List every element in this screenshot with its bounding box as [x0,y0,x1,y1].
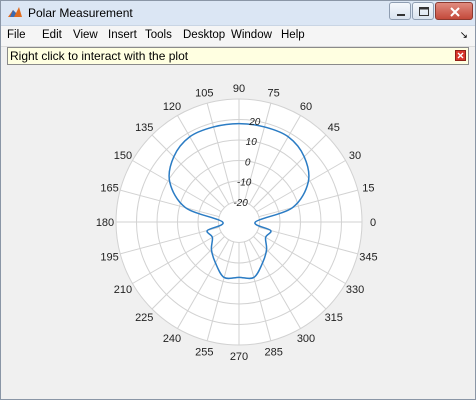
maximize-button[interactable] [412,2,434,20]
angle-tick-label: 210 [114,284,132,296]
angle-tick-label: 0 [370,217,376,229]
angle-tick-label: 30 [349,150,361,162]
angle-tick-label: 195 [100,252,118,264]
angle-tick-label: 300 [297,333,315,345]
angle-tick-label: 240 [163,333,181,345]
info-bar-close-button[interactable] [455,50,466,61]
menu-desktop[interactable]: Desktop [183,29,225,41]
close-button[interactable] [435,2,473,20]
angle-tick-label: 330 [346,284,364,296]
close-icon [457,52,464,59]
angle-tick-label: 15 [362,182,374,194]
angle-tick-label: 120 [163,101,181,113]
menu-help[interactable]: Help [281,29,305,41]
menu-window[interactable]: Window [231,29,272,41]
angle-tick-label: 90 [233,83,245,95]
menu-insert[interactable]: Insert [108,29,137,41]
angle-tick-label: 105 [195,88,213,100]
menubar-dock-arrow-icon[interactable]: ↘ [460,30,468,41]
polar-plot[interactable]: 0 15 30 45 60 75 90 105 120 135 150 165 180 195 210 225… [1,65,475,399]
menu-tools[interactable]: Tools [145,29,172,41]
angle-tick-label: 165 [100,182,118,194]
angle-tick-label: 45 [328,122,340,134]
angle-tick-label: 135 [135,122,153,134]
magnitude-tick-label: 20 [248,117,261,128]
app-window: Polar Measurement File Edit View Insert … [0,0,476,400]
magnitude-tick-label: 0 [245,157,251,168]
angle-tick-label: 60 [300,101,312,113]
magnitude-tick-label: -20 [233,198,248,209]
angle-tick-label: 315 [325,312,343,324]
angle-tick-label: 345 [359,252,377,264]
matlab-icon [8,7,22,17]
menu-file[interactable]: File [7,29,26,41]
title-bar: Polar Measurement [1,1,475,26]
minimize-button[interactable] [389,2,411,20]
magnitude-tick-label: 10 [246,137,258,148]
maximize-icon [419,7,429,16]
minimize-icon [397,14,405,16]
menu-view[interactable]: View [73,29,98,41]
magnitude-tick-label: -10 [237,178,252,189]
menu-edit[interactable]: Edit [42,29,62,41]
angle-tick-label: 285 [265,346,283,358]
info-bar-text: Right click to interact with the plot [10,49,189,63]
close-icon [450,7,460,17]
angle-tick-label: 75 [268,88,280,100]
angle-tick-label: 270 [230,351,248,363]
menu-bar: File Edit View Insert Tools Desktop Wind… [1,26,475,47]
window-title: Polar Measurement [28,6,133,20]
angle-tick-label: 150 [114,150,132,162]
angle-tick-label: 180 [96,217,114,229]
info-bar: Right click to interact with the plot [7,47,469,65]
angle-tick-label: 225 [135,312,153,324]
angle-tick-label: 255 [195,346,213,358]
